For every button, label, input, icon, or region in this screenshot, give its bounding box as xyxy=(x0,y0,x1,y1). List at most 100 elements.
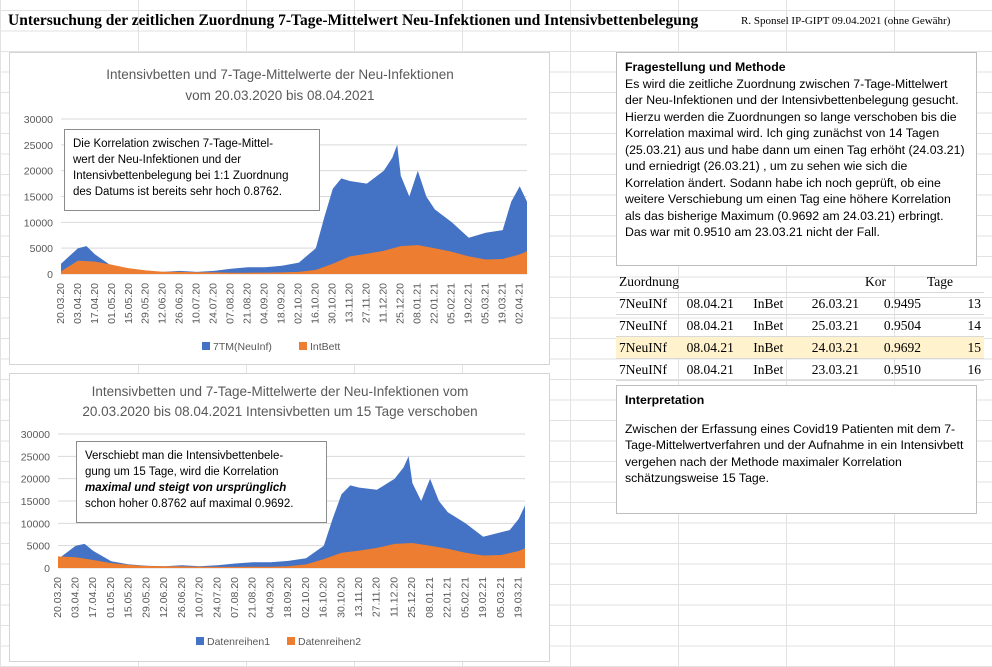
x-tick-label: 22.01.21 xyxy=(442,577,454,618)
y-tick-label: 0 xyxy=(47,269,53,281)
x-tick-label: 24.07.20 xyxy=(211,577,223,618)
y-tick-label: 30000 xyxy=(24,114,53,126)
table-row: 7NeuINf 08.04.21 InBet 25.03.21 0.9504 1… xyxy=(616,314,984,337)
cell[interactable]: 25.03.21 xyxy=(795,314,862,337)
interpretation-text: Zwischen der Erfassung eines Covid19 Pat… xyxy=(625,421,964,486)
legend-swatch-icu xyxy=(299,342,307,350)
x-tick-label: 12.06.20 xyxy=(158,577,170,618)
annotation-line: schon hoher 0.8762 auf maximal 0.9692. xyxy=(85,498,294,510)
x-tick-label: 19.03.21 xyxy=(512,577,524,618)
x-tick-label: 08.01.21 xyxy=(412,283,424,324)
x-tick-label: 27.11.20 xyxy=(371,577,383,617)
x-tick-label: 21.08.20 xyxy=(247,577,259,618)
x-tick-label: 19.03.21 xyxy=(496,283,508,324)
y-tick-label: 5000 xyxy=(27,541,51,553)
cell[interactable]: 08.04.21 xyxy=(683,314,751,337)
cell[interactable]: 14 xyxy=(924,314,984,337)
x-tick-label: 11.12.20 xyxy=(388,577,400,617)
cell[interactable]: InBet xyxy=(750,292,796,315)
author-note: R. Sponsel IP-GIPT 09.04.2021 (ohne Gewä… xyxy=(741,15,951,27)
cell[interactable]: 26.03.21 xyxy=(795,292,862,315)
cell[interactable]: InBet xyxy=(750,336,796,359)
x-tick-label: 10.07.20 xyxy=(193,577,205,618)
x-tick-label: 19.02.21 xyxy=(477,577,489,618)
chart-1-annotation-box: Die Korrelation zwischen 7-Tage-Mittel- … xyxy=(64,129,320,211)
cell[interactable]: 15 xyxy=(924,336,984,359)
x-tick-label: 27.11.20 xyxy=(361,283,373,323)
x-tick-label: 04.09.20 xyxy=(264,577,276,618)
x-tick-label: 05.02.21 xyxy=(446,283,458,324)
x-tick-label: 12.06.20 xyxy=(157,283,169,324)
cell[interactable]: InBet xyxy=(750,358,796,381)
cell[interactable]: 0.9495 xyxy=(862,292,924,315)
cell[interactable]: 0.9504 xyxy=(862,314,924,337)
chart-2-annotation-box: Verschiebt man die Intensivbettenbele- g… xyxy=(76,441,327,523)
annotation-line: Intensivbettenbelegung bei 1:1 Zuordnung xyxy=(73,170,289,182)
x-tick-label: 18.09.20 xyxy=(276,283,288,324)
cell[interactable]: 0.9692 xyxy=(862,336,924,359)
x-tick-label: 17.04.20 xyxy=(89,283,101,324)
chart-icu-vs-infections[interactable]: Intensivbetten und 7-Tage-Mittelwerte de… xyxy=(9,52,550,365)
x-tick-label: 18.09.20 xyxy=(282,577,294,618)
cell[interactable]: 7NeuINf xyxy=(616,292,684,315)
y-tick-label: 15000 xyxy=(24,192,53,204)
x-tick-label: 13.11.20 xyxy=(344,283,356,323)
cell[interactable]: 7NeuINf xyxy=(616,314,684,337)
x-tick-label: 24.07.20 xyxy=(208,283,220,324)
x-tick-label: 16.10.20 xyxy=(318,577,330,618)
annotation-line: wert der Neu-Infektionen und der xyxy=(73,154,242,166)
y-tick-label: 10000 xyxy=(24,217,53,229)
method-heading: Fragestellung und Methode xyxy=(625,60,786,74)
cell[interactable]: 08.04.21 xyxy=(683,358,751,381)
table-header-row: Zuordnung Kor Tage xyxy=(616,271,984,293)
x-tick-label: 02.04.21 xyxy=(513,283,525,324)
cell[interactable]: InBet xyxy=(750,314,796,337)
annotation-line: Die Korrelation zwischen 7-Tage-Mittel- xyxy=(73,138,274,150)
x-tick-label: 25.12.20 xyxy=(406,577,418,618)
y-tick-label: 5000 xyxy=(30,243,54,255)
cell[interactable]: 16 xyxy=(924,358,984,381)
interpretation-heading: Interpretation xyxy=(625,393,705,407)
chart-2-title-line-2: 20.03.2020 bis 08.04.2021 Intensivbetten… xyxy=(82,404,477,419)
legend-label-infections: 7TM(NeuInf) xyxy=(213,341,272,353)
legend-label-icu: IntBett xyxy=(310,341,340,353)
y-tick-label: 25000 xyxy=(24,140,53,152)
cell[interactable]: 24.03.21 xyxy=(795,336,862,359)
x-tick-label: 01.05.20 xyxy=(106,283,118,324)
x-tick-label: 20.03.20 xyxy=(55,283,67,324)
sheet-title: Untersuchung der zeitlichen Zuordnung 7-… xyxy=(8,12,699,29)
correlation-table: Zuordnung Kor Tage 7NeuINf 08.04.21 InBe… xyxy=(616,271,984,381)
x-tick-label: 02.10.20 xyxy=(293,283,305,324)
cell[interactable]: 23.03.21 xyxy=(795,358,862,381)
x-tick-label: 29.05.20 xyxy=(140,283,152,324)
cell[interactable]: 0.9510 xyxy=(862,358,924,381)
table-row-highlighted: 7NeuINf 08.04.21 InBet 24.03.21 0.9692 1… xyxy=(616,336,984,359)
legend-swatch-series-1 xyxy=(196,637,204,645)
y-tick-label: 20000 xyxy=(21,474,50,486)
x-tick-label: 21.08.20 xyxy=(242,283,254,324)
table-row: 7NeuINf 08.04.21 InBet 26.03.21 0.9495 1… xyxy=(616,292,984,315)
annotation-line: des Datums ist bereits sehr hoch 0.8762. xyxy=(73,186,283,198)
cell[interactable]: 7NeuINf xyxy=(616,358,684,381)
annotation-line: Verschiebt man die Intensivbettenbele- xyxy=(85,450,284,462)
x-tick-label: 22.01.21 xyxy=(429,283,441,324)
x-tick-label: 26.06.20 xyxy=(174,283,186,324)
x-tick-label: 04.09.20 xyxy=(259,283,271,324)
cell[interactable]: 08.04.21 xyxy=(683,336,751,359)
x-tick-label: 03.04.20 xyxy=(69,577,81,618)
y-tick-label: 15000 xyxy=(21,496,50,508)
x-tick-label: 05.03.21 xyxy=(479,283,491,324)
legend-label-series-1: Datenreihen1 xyxy=(207,636,270,648)
legend-swatch-infections xyxy=(202,342,210,350)
cell[interactable]: 13 xyxy=(924,292,984,315)
chart-icu-shifted-15-days[interactable]: Intensivbetten und 7-Tage-Mittelwerte de… xyxy=(9,373,550,662)
cell[interactable]: 7NeuINf xyxy=(616,336,684,359)
chart-2-title-line-1: Intensivbetten und 7-Tage-Mittelwerte de… xyxy=(92,384,469,399)
y-tick-label: 20000 xyxy=(24,166,53,178)
y-tick-label: 10000 xyxy=(21,518,50,530)
cell[interactable]: 08.04.21 xyxy=(683,292,751,315)
header-kor: Kor xyxy=(862,271,924,293)
x-tick-label: 13.11.20 xyxy=(353,577,365,617)
x-tick-label: 20.03.20 xyxy=(52,577,64,618)
x-tick-label: 05.03.21 xyxy=(495,577,507,618)
